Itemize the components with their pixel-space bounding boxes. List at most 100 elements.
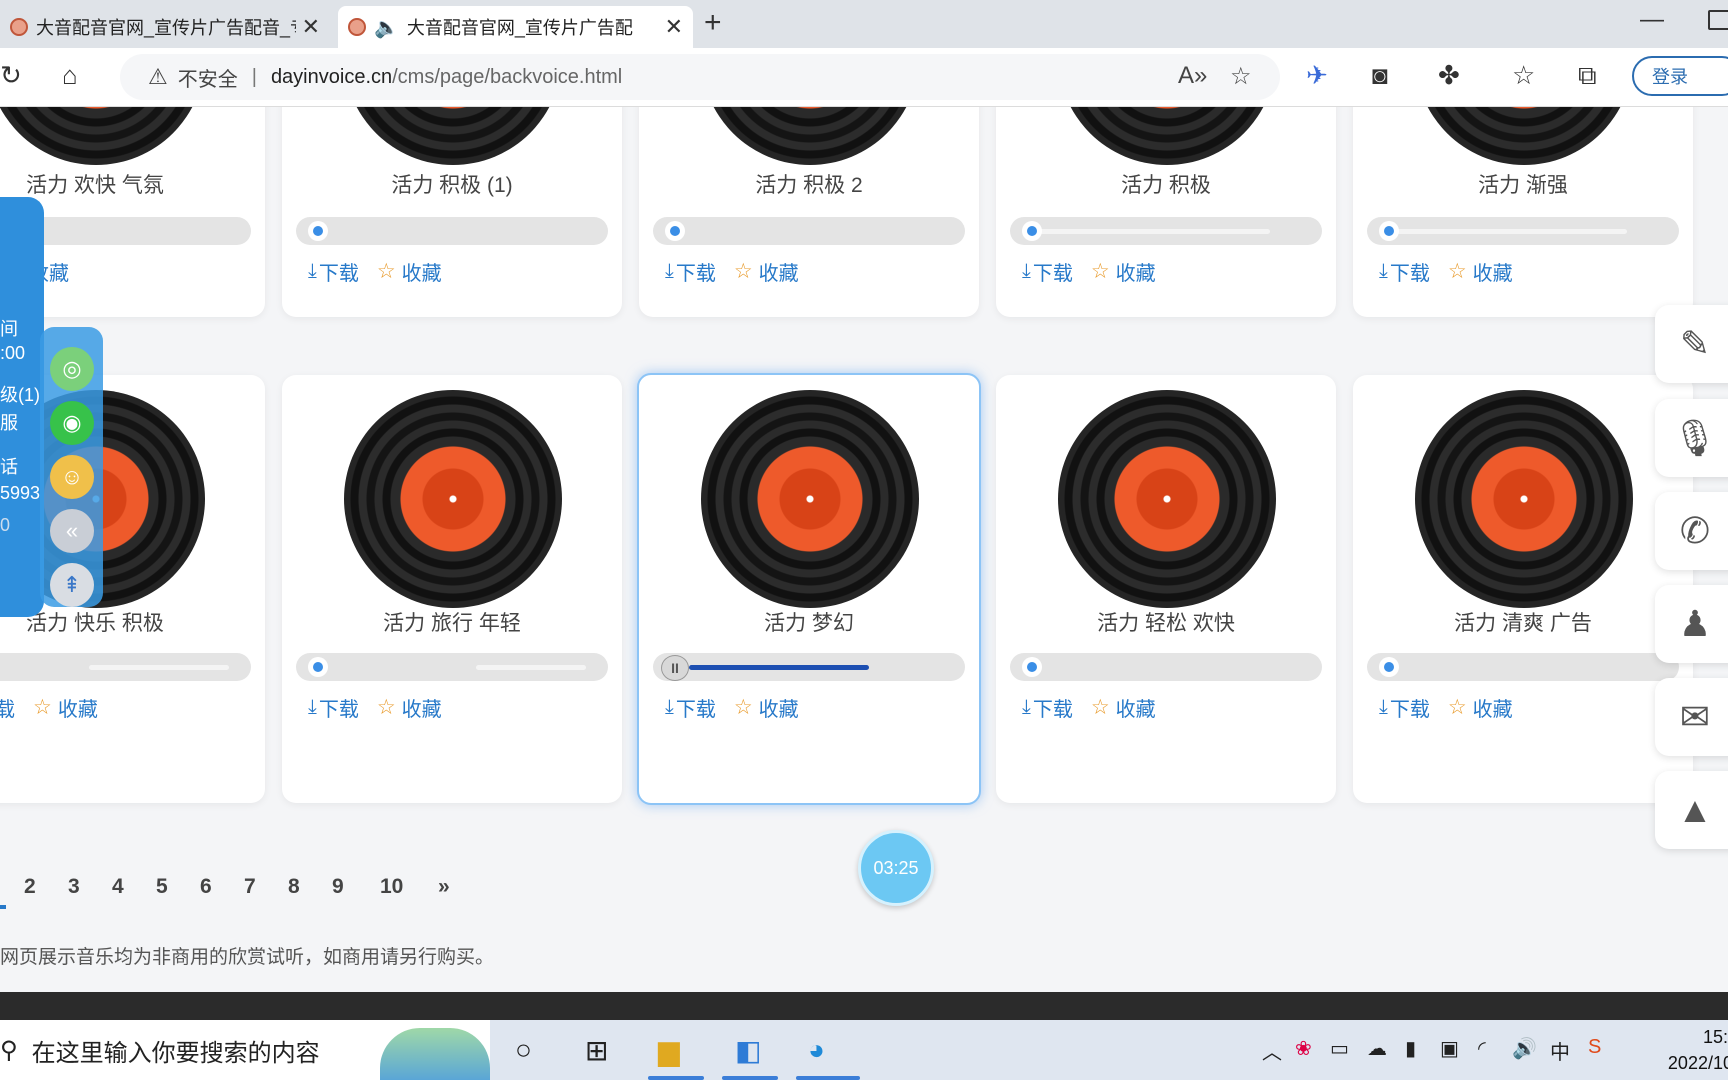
tray-app-icon[interactable]: ❀: [1295, 1036, 1312, 1061]
camera-icon[interactable]: ◉: [50, 401, 94, 445]
tab-active[interactable]: 🔈 大音配音官网_宣传片广告配 ✕: [338, 6, 693, 48]
music-card[interactable]: 活力 渐强 ⤓ 下载 ☆ 收藏: [1353, 107, 1693, 317]
phone-float-button[interactable]: ✆: [1655, 492, 1728, 570]
audio-progress[interactable]: [1010, 653, 1322, 681]
audio-progress[interactable]: [1010, 217, 1322, 245]
collapse-panel-icon[interactable]: «: [50, 509, 94, 553]
mic-float-button[interactable]: 🎙: [1655, 399, 1728, 477]
page-link[interactable]: 8: [288, 875, 300, 899]
login-button[interactable]: 登录: [1632, 56, 1728, 96]
audio-progress[interactable]: [0, 653, 251, 681]
download-button[interactable]: 载: [0, 693, 15, 722]
task-view-icon[interactable]: ⊞: [585, 1034, 608, 1067]
pause-icon[interactable]: II: [661, 655, 689, 681]
audio-progress[interactable]: [296, 217, 608, 245]
page-link[interactable]: 6: [200, 875, 212, 899]
music-card[interactable]: 活力 积极 (1) ⤓ 下载 ☆ 收藏: [282, 107, 622, 317]
cortana-icon[interactable]: ○: [515, 1034, 532, 1066]
back-to-top-icon[interactable]: ⇞: [50, 563, 94, 607]
page-link[interactable]: 7: [244, 875, 256, 899]
show-hidden-icons-icon[interactable]: ︿: [1262, 1036, 1282, 1065]
close-tab-icon[interactable]: ✕: [665, 14, 683, 40]
countdown-timer[interactable]: 03:25: [858, 830, 934, 906]
music-card[interactable]: 活力 清爽 广告 ⤓ 下载 ☆ 收藏: [1353, 375, 1693, 803]
page-link[interactable]: 5: [156, 875, 168, 899]
play-icon[interactable]: [1379, 657, 1399, 677]
refresh-icon[interactable]: ↻: [0, 60, 22, 91]
qq-float-button[interactable]: ♟: [1655, 585, 1728, 663]
input-method-indicator[interactable]: 中: [1550, 1036, 1570, 1065]
music-card[interactable]: 活力 积极 2 ⤓ 下载 ☆ 收藏: [639, 107, 979, 317]
scroll-top-float-button[interactable]: ▲: [1655, 771, 1728, 849]
extension-icon[interactable]: ◙: [1372, 60, 1388, 91]
download-button[interactable]: ⤓ 下载: [665, 257, 716, 286]
favorite-button[interactable]: ☆ 收藏: [1091, 693, 1156, 722]
audio-progress[interactable]: [1367, 217, 1679, 245]
page-link[interactable]: 9: [332, 875, 344, 899]
new-tab-icon[interactable]: +: [704, 6, 722, 40]
extension-bird-icon[interactable]: ✈: [1306, 60, 1328, 91]
download-button[interactable]: ⤓ 下载: [1022, 693, 1073, 722]
favorite-button[interactable]: ☆ 收藏: [1448, 693, 1513, 722]
play-icon[interactable]: [308, 657, 328, 677]
battery-icon[interactable]: ▭: [1330, 1036, 1349, 1061]
download-button[interactable]: ⤓ 下载: [1379, 693, 1430, 722]
download-button[interactable]: ⤓ 下载: [665, 693, 716, 722]
close-tab-icon[interactable]: ✕: [302, 14, 320, 40]
play-icon[interactable]: [1379, 221, 1399, 241]
tab-inactive[interactable]: 大音配音官网_宣传片广告配音_专 ✕: [0, 6, 330, 48]
favorite-button[interactable]: ☆ 收藏: [1448, 257, 1513, 286]
favorite-button[interactable]: ☆ 收藏: [734, 257, 799, 286]
audio-progress[interactable]: [653, 217, 965, 245]
maximize-icon[interactable]: [1708, 10, 1728, 30]
edit-float-button[interactable]: ✎: [1655, 305, 1728, 383]
microphone-tray-icon[interactable]: ▮: [1405, 1036, 1416, 1061]
volume-icon[interactable]: 🔊: [1512, 1036, 1537, 1061]
download-button[interactable]: ⤓ 下载: [1022, 257, 1073, 286]
taskbar-search[interactable]: ⚲ 在这里输入你要搜索的内容: [0, 1020, 490, 1080]
app-icon[interactable]: ◧: [735, 1034, 761, 1067]
file-explorer-icon[interactable]: ▆: [658, 1034, 680, 1067]
extensions-puzzle-icon[interactable]: ✤: [1438, 60, 1460, 91]
music-card[interactable]: 活力 积极 ⤓ 下载 ☆ 收藏: [996, 107, 1336, 317]
address-bar[interactable]: ⚠ 不安全 | dayinvoice.cn /cms/page/backvoic…: [120, 54, 1280, 100]
favorite-button[interactable]: ☆ 收藏: [377, 693, 442, 722]
download-button[interactable]: ⤓ 下载: [1379, 257, 1430, 286]
page-link[interactable]: 4: [112, 875, 124, 899]
minimize-icon[interactable]: —: [1640, 6, 1664, 34]
play-icon[interactable]: [308, 221, 328, 241]
music-card[interactable]: 活力 轻松 欢快 ⤓ 下载 ☆ 收藏: [996, 375, 1336, 803]
favorites-icon[interactable]: ☆: [1512, 60, 1535, 91]
edge-browser-icon[interactable]: ◕: [808, 1034, 825, 1066]
wechat-float-button[interactable]: ✉: [1655, 678, 1728, 756]
favorite-button[interactable]: ☆ 收藏: [33, 693, 98, 722]
page-link[interactable]: 3: [68, 875, 80, 899]
wifi-icon[interactable]: ◜: [1478, 1036, 1486, 1061]
wechat-icon[interactable]: ◎: [50, 347, 94, 391]
page-link[interactable]: 2: [24, 875, 36, 899]
download-button[interactable]: ⤓ 下载: [308, 257, 359, 286]
home-icon[interactable]: ⌂: [62, 60, 78, 91]
speaker-icon[interactable]: 🔈: [374, 15, 399, 40]
collections-icon[interactable]: ⧉: [1578, 60, 1597, 92]
music-card[interactable]: 活力 旅行 年轻 ⤓ 下载 ☆ 收藏: [282, 375, 622, 803]
play-icon[interactable]: [1022, 657, 1042, 677]
favorite-button[interactable]: ☆ 收藏: [1091, 257, 1156, 286]
music-card-active[interactable]: 活力 梦幻 II ⤓ 下载 ☆ 收藏: [637, 373, 981, 805]
read-aloud-icon[interactable]: A»: [1178, 62, 1207, 90]
audio-progress[interactable]: [296, 653, 608, 681]
sogou-input-icon[interactable]: S: [1588, 1036, 1601, 1059]
download-button[interactable]: ⤓ 下载: [308, 693, 359, 722]
page-link[interactable]: 10: [380, 875, 403, 899]
next-page-link[interactable]: »: [438, 875, 450, 899]
audio-progress[interactable]: [1367, 653, 1679, 681]
favorite-button[interactable]: ☆ 收藏: [734, 693, 799, 722]
play-icon[interactable]: [1022, 221, 1042, 241]
favorite-button[interactable]: ☆ 收藏: [377, 257, 442, 286]
customer-service-icon[interactable]: ☺: [50, 455, 94, 499]
display-icon[interactable]: ▣: [1440, 1036, 1459, 1061]
audio-progress[interactable]: II: [653, 653, 965, 681]
play-icon[interactable]: [665, 221, 685, 241]
system-clock[interactable]: 15:03 2022/10/2: [1628, 1024, 1728, 1076]
cloud-icon[interactable]: ☁: [1367, 1036, 1387, 1061]
